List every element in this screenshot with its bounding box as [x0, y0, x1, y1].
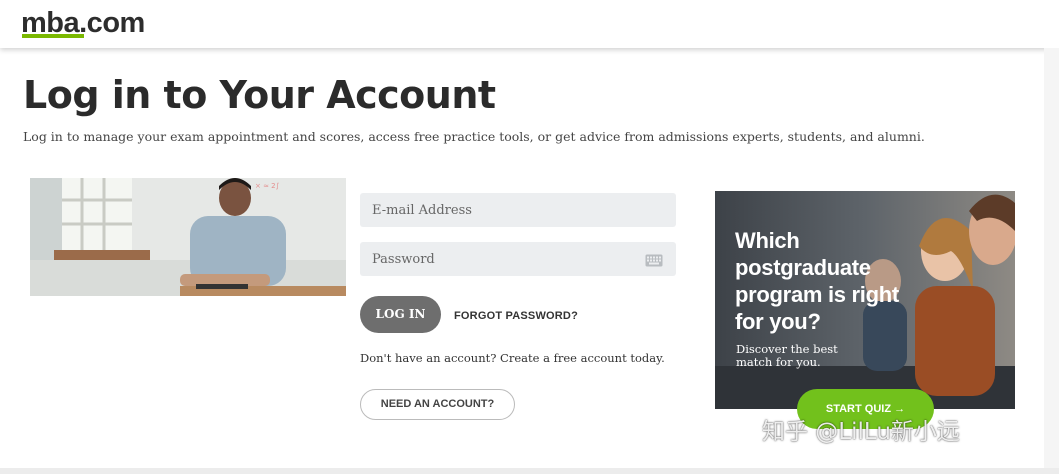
- logo-underline: [22, 34, 84, 38]
- ad-headline: Which postgraduate program is right for …: [735, 228, 899, 334]
- page-scroll-edge: [1044, 48, 1059, 474]
- ad-subtext: Discover the best match for you.: [736, 342, 838, 369]
- watermark-text: 知乎 @LilLu新小远: [762, 419, 960, 445]
- top-navigation-bar: mba.com: [0, 0, 1059, 48]
- password-input[interactable]: [360, 242, 676, 276]
- page-title: Log in to Your Account: [23, 73, 496, 117]
- keyboard-icon[interactable]: [645, 252, 663, 267]
- forgot-password-link[interactable]: FORGOT PASSWORD?: [454, 310, 578, 322]
- create-account-text: Don't have an account? Create a free acc…: [360, 351, 665, 365]
- page-subtitle: Log in to manage your exam appointment a…: [23, 129, 925, 144]
- login-button[interactable]: LOG IN: [360, 296, 441, 333]
- student-photo: × ≈ 2∫: [30, 178, 346, 296]
- email-input[interactable]: [360, 193, 676, 227]
- svg-text:× ≈ 2∫: × ≈ 2∫: [255, 182, 280, 190]
- page-bottom-edge: [0, 468, 1059, 474]
- need-account-button[interactable]: NEED AN ACCOUNT?: [360, 389, 515, 420]
